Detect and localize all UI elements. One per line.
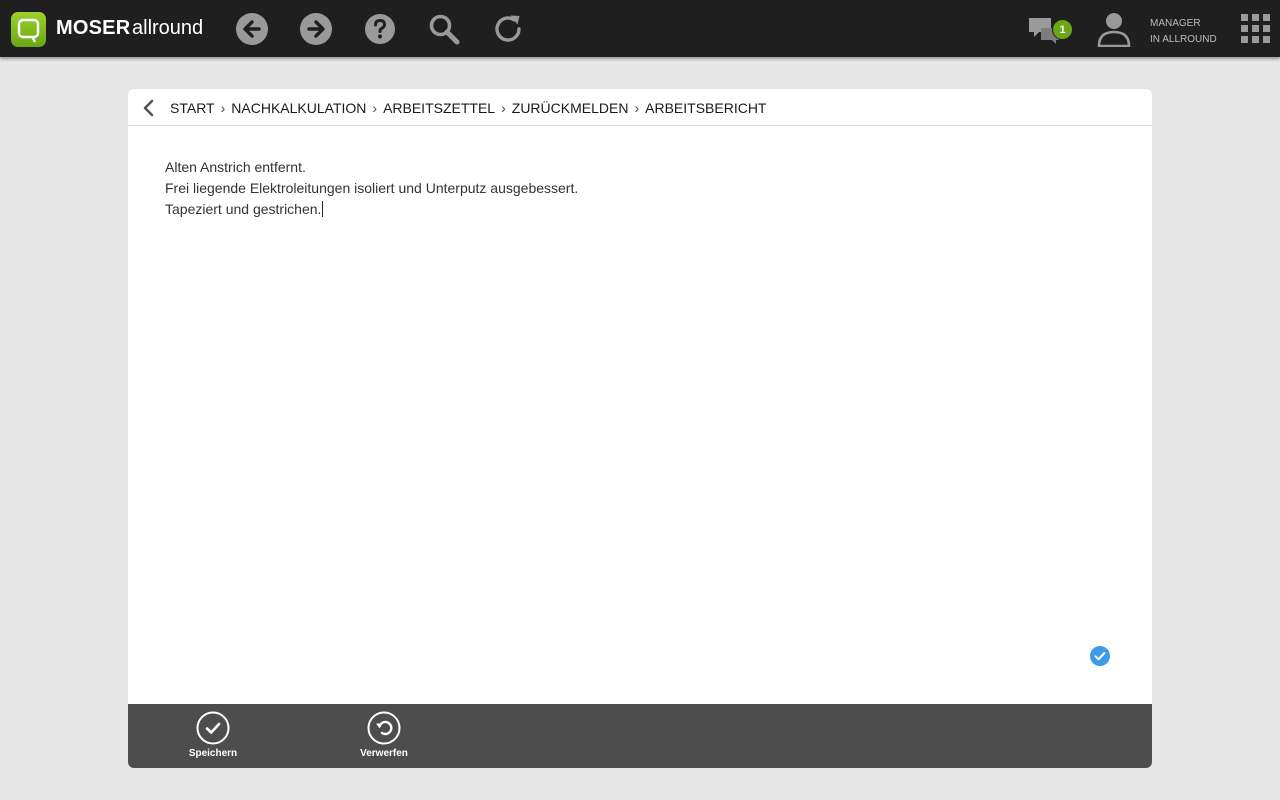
user-avatar-icon[interactable] (1097, 11, 1131, 48)
top-bar: MOSER allround 1 MANAGER IN ALLROUND (0, 0, 1280, 57)
chevron-left-icon[interactable] (142, 99, 156, 117)
breadcrumb-trail: START › NACHKALKULATION › ARBEITSZETTEL › ZURÜ… (170, 100, 766, 116)
user-info[interactable]: MANAGER IN ALLROUND (1150, 16, 1217, 48)
breadcrumb-separator: › (372, 100, 378, 116)
breadcrumb-item-nachkalkulation[interactable]: NACHKALKULATION (231, 100, 366, 116)
back-arrow-icon[interactable] (235, 12, 269, 46)
breadcrumb: START › NACHKALKULATION › ARBEITSZETTEL › ZURÜ… (128, 89, 1152, 126)
report-card: START › NACHKALKULATION › ARBEITSZETTEL › ZURÜ… (128, 89, 1152, 768)
undo-circle-icon (367, 711, 401, 745)
refresh-icon[interactable] (491, 12, 525, 46)
report-line: Frei liegende Elektroleitungen isoliert … (165, 180, 579, 196)
report-line-last: Tapeziert und gestrichen. (165, 199, 1105, 220)
spellcheck-ok-icon[interactable] (1090, 646, 1110, 666)
help-icon[interactable] (363, 12, 397, 46)
report-text-area[interactable]: Alten Anstrich entfernt. Frei liegende E… (165, 157, 1105, 697)
forward-arrow-icon[interactable] (299, 12, 333, 46)
messages-badge: 1 (1052, 19, 1073, 40)
text-caret (322, 201, 324, 217)
brand-name: MOSER (56, 17, 131, 39)
save-button[interactable]: Speichern (173, 711, 253, 759)
app-logo-icon[interactable] (11, 12, 46, 47)
save-label: Speichern (188, 748, 238, 759)
breadcrumb-separator: › (634, 100, 640, 116)
user-role: MANAGER (1150, 18, 1201, 29)
apps-grid-icon[interactable] (1241, 14, 1271, 44)
report-line-text: Tapeziert und gestrichen. (165, 201, 322, 217)
breadcrumb-item-zurueckmelden[interactable]: ZURÜCKMELDEN (512, 100, 629, 116)
breadcrumb-item-start[interactable]: START (170, 100, 215, 116)
brand-suffix: allround (132, 17, 204, 39)
report-line: Alten Anstrich entfernt. (165, 159, 306, 175)
user-tenant: IN ALLROUND (1150, 34, 1217, 45)
breadcrumb-item-arbeitszettel[interactable]: ARBEITSZETTEL (383, 100, 495, 116)
breadcrumb-separator: › (501, 100, 506, 116)
action-bar: Speichern Verwerfen (128, 704, 1152, 768)
search-icon[interactable] (427, 12, 461, 46)
check-circle-icon (196, 711, 230, 745)
breadcrumb-separator: › (220, 100, 226, 116)
breadcrumb-item-arbeitsbericht[interactable]: ARBEITSBERICHT (645, 100, 766, 116)
discard-label: Verwerfen (360, 748, 408, 759)
discard-button[interactable]: Verwerfen (344, 711, 424, 759)
